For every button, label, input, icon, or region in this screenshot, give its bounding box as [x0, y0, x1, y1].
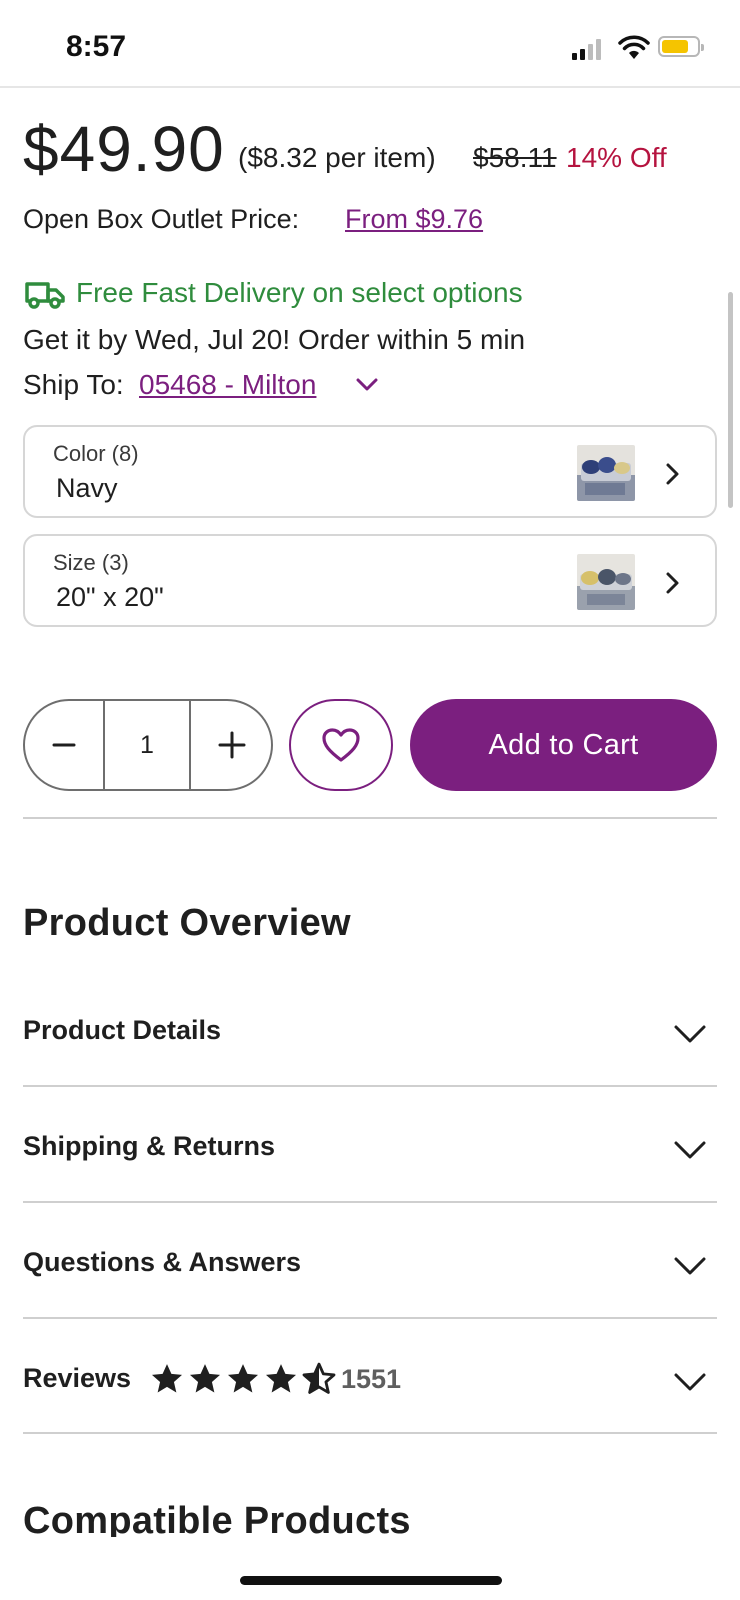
delivery-estimate: Get it by Wed, Jul 20! Order within 5 mi…	[23, 324, 526, 355]
color-selector[interactable]: Color (8) Navy	[23, 425, 717, 518]
discount-badge: 14% Off	[566, 142, 667, 173]
add-to-cart-button[interactable]: Add to Cart	[410, 699, 717, 791]
star-rating	[150, 1361, 340, 1397]
chevron-down-icon[interactable]	[354, 374, 380, 396]
accordion-title: Questions & Answers	[23, 1247, 302, 1277]
section-divider	[23, 1317, 717, 1319]
accordion-questions-answers[interactable]: Questions & Answers	[23, 1235, 717, 1295]
product-price: $49.90	[23, 113, 225, 185]
per-item-price: ($8.32 per item)	[238, 142, 436, 173]
home-indicator[interactable]	[240, 1576, 502, 1585]
section-divider	[23, 1201, 717, 1203]
save-to-list-button[interactable]	[289, 699, 393, 791]
wifi-icon	[618, 35, 650, 59]
cellular-signal-icon	[572, 38, 602, 60]
chevron-down-icon	[674, 1141, 706, 1159]
size-option-value: 20" x 20"	[56, 582, 164, 612]
scroll-indicator[interactable]	[728, 292, 733, 508]
chevron-right-icon	[666, 463, 679, 485]
truck-icon	[25, 282, 65, 309]
battery-icon	[658, 36, 704, 57]
status-time: 8:57	[66, 30, 127, 63]
plus-icon	[218, 731, 246, 759]
chevron-down-icon	[674, 1257, 706, 1275]
product-overview-title: Product Overview	[23, 902, 351, 944]
accordion-product-details[interactable]: Product Details	[23, 1003, 717, 1063]
section-divider	[23, 1085, 717, 1087]
ship-to-location-link[interactable]: 05468 - Milton	[139, 369, 316, 401]
color-option-value: Navy	[56, 473, 118, 503]
original-price: $58.11	[473, 142, 557, 173]
accordion-title: Reviews	[23, 1363, 132, 1393]
accordion-reviews[interactable]: Reviews 1551	[23, 1351, 717, 1411]
section-divider	[23, 1432, 717, 1434]
status-bar: 8:57	[0, 0, 740, 88]
minus-icon	[52, 743, 76, 747]
color-thumbnail	[577, 445, 635, 501]
ship-to-label: Ship To:	[23, 369, 124, 400]
decrease-quantity-button[interactable]	[25, 701, 105, 789]
quantity-value[interactable]: 1	[105, 701, 191, 789]
half-star-icon	[302, 1362, 336, 1394]
accordion-title: Shipping & Returns	[23, 1131, 275, 1161]
bottom-safe-area	[0, 1537, 740, 1600]
star-icon	[265, 1364, 297, 1393]
star-icon	[189, 1364, 221, 1393]
chevron-right-icon	[666, 572, 679, 594]
size-selector[interactable]: Size (3) 20" x 20"	[23, 534, 717, 627]
outlet-price-link[interactable]: From $9.76	[345, 204, 483, 235]
star-icon	[227, 1364, 259, 1393]
accordion-title: Product Details	[23, 1015, 222, 1045]
chevron-down-icon	[674, 1025, 706, 1043]
review-count: 1551	[341, 1364, 402, 1394]
free-delivery-headline: Free Fast Delivery on select options	[76, 277, 523, 308]
outlet-price-label: Open Box Outlet Price:	[23, 204, 300, 234]
size-option-label: Size (3)	[53, 550, 129, 575]
section-divider	[23, 817, 717, 819]
increase-quantity-button[interactable]	[191, 701, 271, 789]
heart-icon	[322, 728, 360, 762]
star-icon	[151, 1364, 183, 1393]
quantity-stepper: 1	[23, 699, 273, 791]
chevron-down-icon	[674, 1373, 706, 1391]
size-thumbnail	[577, 554, 635, 610]
color-option-label: Color (8)	[53, 441, 139, 466]
accordion-shipping-returns[interactable]: Shipping & Returns	[23, 1119, 717, 1179]
